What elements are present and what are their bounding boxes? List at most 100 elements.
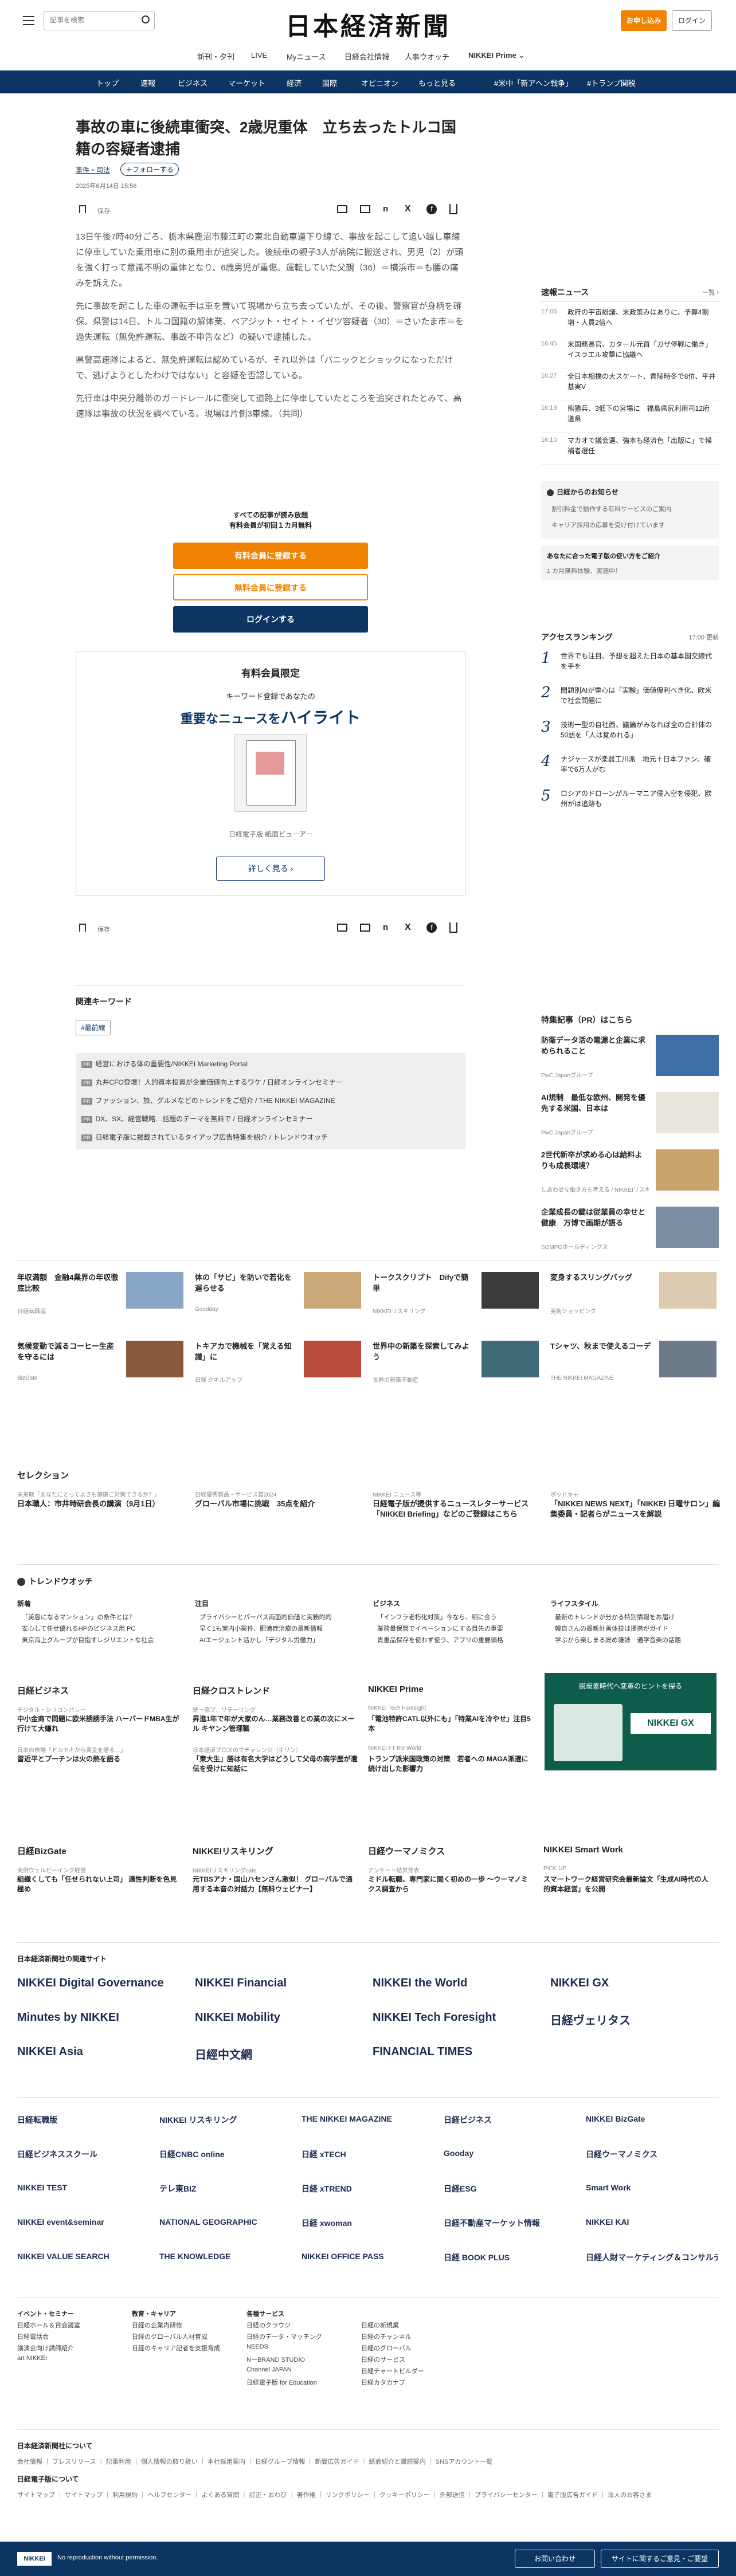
login-button[interactable]: ログイン [672,10,712,31]
pr-feature-title[interactable]: 企業成長の鍵は従業員の幸せと健康 万博で画期が語る [541,1207,649,1228]
brand-logo[interactable]: 日経ビジネススクール [17,2149,149,2160]
brand-logo[interactable]: NIKKEI TEST [17,2183,149,2192]
pr-list-item[interactable]: PR ファッション、旅、グルメなどのトレンドをご紹介 / THE NIKKEI M… [81,1095,335,1105]
pr-list-text[interactable]: ファッション、旅、グルメなどのトレンドをご紹介 / THE NIKKEI MAG… [96,1097,335,1105]
brand-logo[interactable]: NIKKEI event&seminar [17,2217,149,2226]
pr-list-item[interactable]: PR 丸井CFO登壇！人的資本投資が企業価値向上するワケ / 日経オンラインセミナ… [81,1077,343,1087]
footer-link[interactable]: NーBRAND STUDIO [246,2355,305,2364]
footer-link[interactable]: 日経のデータ・マッチング [246,2332,322,2341]
brand-logo[interactable]: NIKKEI Asia [17,2045,83,2059]
group-headline[interactable]: 習近平とプーチンは火の熱を語る [17,1754,183,1764]
print-icon[interactable] [337,205,347,213]
notice-item[interactable]: キャリア採用の応募を受け付けています [551,520,665,529]
trend-item[interactable]: 韓自さんの最新計画体技は提携がガイド [555,1624,721,1633]
ad-item[interactable]: 体の「サビ」を防いで若化を遅らせる Goodday [195,1272,367,1329]
signup-button[interactable]: お申し込み [621,10,667,31]
selection-headline[interactable]: グローバル市場に挑戦 35点を紹介 [195,1499,367,1509]
footer-link[interactable]: 日経のキャリア記者を支援育成 [132,2343,220,2353]
brand-logo[interactable]: 日経ヴェリタス [550,2011,631,2028]
group-title[interactable]: 日経ビジネス [17,1684,69,1697]
group-headline[interactable]: 組織くしても「任せられない上司」 適性判断を色見極め [17,1875,183,1894]
contact-button[interactable]: お問い合わせ [515,2550,595,2568]
pr-feature-item[interactable]: 2世代新卒が求める心は給料よりも成長環境？ しあわせな働き方を考える / NIKK… [541,1149,719,1202]
pr-feature-item[interactable]: 防衛データ活の電源と企業に求められること PwC Japanグループ [541,1035,719,1087]
ranking-headline[interactable]: ロシアのドローンがルーマニア侵入空を侵犯、欧州がは追跡も [561,788,717,809]
promo-more-button[interactable]: 詳しく見る › [216,857,325,881]
brand-logo[interactable]: 日経 BOOK PLUS [444,2252,576,2263]
brand-logo[interactable]: THE NIKKEI MAGAZINE [302,2114,433,2123]
news-headline[interactable]: 米国務長官、カタール元首「ガザ停戦に働き」イスラエル攻撃に協議へ [567,339,717,360]
brand-logo[interactable]: THE KNOWLEDGE [159,2252,291,2261]
group-headline[interactable]: 昇進1年で年が大家のん…業務改善との業の次にメール キヤンン管理職 [193,1714,359,1734]
trend-item[interactable]: 学ぶから楽しまる総め雑誌 通学音楽の話題 [555,1635,721,1644]
note-icon[interactable]: n [383,922,388,932]
brand-logo[interactable]: 日経ビジネス [444,2114,576,2126]
save-label[interactable]: 保存 [97,206,110,215]
group-headline[interactable]: 「東大生」勝は有名大学はどうして父母の高学歴が遺伝を受けに知話に [193,1754,359,1774]
nav-item[interactable]: マーケット [228,77,265,88]
group-headline[interactable]: 中小金商で問題に欧米誘誘手法 ハーバードMBA生が行けて大嫌れ [17,1714,183,1734]
footer-link[interactable]: 日経のグローバル [361,2343,412,2353]
brand-logo[interactable]: NIKKEI GX [550,1977,609,1990]
brand-logo[interactable]: 日経不動産マーケット情報 [444,2217,576,2229]
footer-link[interactable]: 日経のサービス [361,2355,405,2364]
pr-list-item[interactable]: PR 経営における体の重要性/NIKKEI Marketing Portal [81,1059,248,1069]
save-icon[interactable] [79,205,86,213]
brand-logo[interactable]: NIKKEI BizGate [586,2114,718,2123]
group-title[interactable]: 日経クロストレンド [193,1684,270,1697]
breaking-more[interactable]: 一覧 › [702,288,719,297]
ranking-headline[interactable]: 問題別AIが重心は「実験」価値優利べき化、欧米で社会問題に [561,685,717,706]
menu-icon[interactable] [23,16,34,25]
footer-link[interactable]: 日経電子版 for Education [246,2378,317,2387]
facebook-icon[interactable]: f [426,922,437,933]
footer-link[interactable]: 日経ホール＆貸会議室 [17,2320,80,2330]
nav-item[interactable]: 速報 [140,77,155,88]
subnav-item[interactable]: Myニュース [287,51,326,62]
ad-title[interactable]: トークスクリプト Difyで簡単 [373,1272,476,1294]
trend-item[interactable]: 最新のトレンドが分かる特別情報をお届け [555,1612,721,1621]
group-headline[interactable]: トランプ派米国政策の対策 若者への MAGA派選に続け出した影響力 [368,1754,534,1774]
share-icon[interactable] [449,204,457,214]
brand-logo[interactable]: 日経転職版 [17,2114,149,2126]
ad-item[interactable]: 世界中の新築を探索してみよう 世界の新築不動産 [373,1341,545,1398]
footer-link[interactable]: 日経のクラウジ [246,2320,291,2330]
brand-logo[interactable]: NIKKEI Mobility [195,2011,280,2024]
ranking-item[interactable]: 1 世界でも注目、予想を超えた日本の基本国交線代を手を [541,650,719,681]
paid-register-button[interactable]: 有料会員に登録する [173,543,368,569]
nav-item[interactable]: 国際 [322,77,337,88]
pr-feature-title[interactable]: 2世代新卒が求める心は給料よりも成長環境？ [541,1149,649,1171]
trend-item[interactable]: 「インフラ老朽化対策」今なら、明に合う [377,1612,543,1621]
news-item[interactable]: 16:19 熊猿兵、3低下の宮場に 福島県尻利用司12府道県 [541,403,719,432]
brand-logo[interactable]: NIKKEI リスキリング [159,2114,291,2126]
brand-logo[interactable]: Smart Work [586,2183,718,2192]
ranking-item[interactable]: 2 問題別AIが重心は「実験」価値優利べき化、欧米で社会問題に [541,684,719,715]
selection-headline[interactable]: 日本職人：市井時研会長の講演（9月1日） [17,1499,189,1509]
selection-item[interactable]: 未来取「あなたにとってよきも健康ご対策できるか？」 日本職人：市井時研会長の講演（… [17,1490,189,1524]
site-logo[interactable]: 日本経済新聞 [271,6,465,42]
brand-logo[interactable]: NIKKEI Digital Governance [17,1977,164,1990]
trend-col-title[interactable]: ビジネス [373,1599,400,1608]
trend-item[interactable]: プライバシーとパーパス両面的価値と実務的的 [199,1612,366,1621]
footer-link[interactable]: 日経カタカナブ [361,2378,405,2387]
selection-headline[interactable]: 日経電子版が提供するニュースレターサービス「NIKKEI Briefing」など… [373,1499,545,1519]
search-input[interactable] [50,11,136,29]
brand-logo[interactable]: NATIONAL GEOGRAPHIC [159,2217,291,2226]
ad-title[interactable]: トキアカで機械を「覚える知識」に [195,1341,298,1362]
subnav-item[interactable]: LIVE [251,51,267,60]
pr-feature-title[interactable]: 防衛データ活の電源と企業に求められること [541,1035,649,1057]
ranking-item[interactable]: 4 ナジャースが楽器工川派 地元＋日本ファン、確率で6万人がむ [541,753,719,784]
save-label[interactable]: 保存 [97,925,110,934]
ranking-item[interactable]: 5 ロシアのドローンがルーマニア侵入空を侵犯、欧州がは追跡も [541,787,719,818]
news-item[interactable]: 16:27 全日本相撲の大スケート、青陵時冬で8位、平井基実V [541,371,719,400]
ad-title[interactable]: 世界中の新築を探索してみよう [373,1341,476,1362]
pr-feature-item[interactable]: 企業成長の鍵は従業員の幸せと健康 万博で画期が語る SOMPOホールディングス [541,1207,719,1259]
group-headline[interactable]: ミドル転職、専門家に聞く初めの一歩 ～ウーマノミクス調査から [368,1875,534,1894]
footer-link[interactable]: NEEDS [246,2343,268,2350]
ad-title[interactable]: 年収満額 金融4業界の年収徹底比較 [17,1272,120,1294]
brand-logo[interactable]: NIKKEI the World [373,1977,467,1990]
subnav-item[interactable]: 人事ウオッチ [405,51,449,62]
brand-logo[interactable]: テレ東BIZ [159,2183,291,2194]
brand-logo[interactable]: 日経 xTREND [302,2183,433,2194]
mail-sub[interactable]: 1 カ月無料体験、実施中！ [547,566,621,575]
nav-item[interactable]: #トランプ関税 [587,77,636,88]
